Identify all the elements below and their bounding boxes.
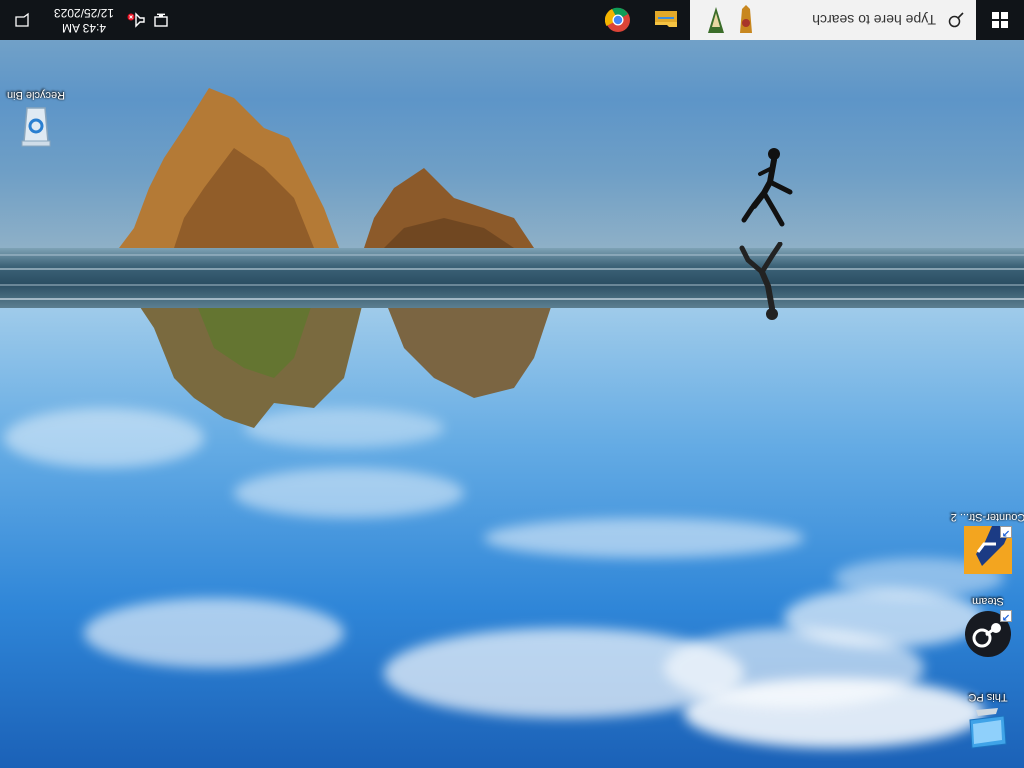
shortcut-arrow-icon: ↗: [1000, 610, 1012, 622]
desktop-icon-steam[interactable]: ↗ Steam: [950, 594, 1024, 658]
counter-strike-icon: ↗: [964, 526, 1012, 574]
taskbar-clock[interactable]: 4:43 AM 12/25/2023: [44, 5, 124, 35]
search-icon: [948, 12, 964, 28]
desktop-icon-label: This PC: [968, 691, 1008, 703]
desktop-screen: Recycle Bin ↗ Counter-Str... 2 ↗ Steam T…: [0, 0, 1024, 768]
wallpaper-sea: [0, 248, 1024, 308]
shortcut-arrow-icon: ↗: [1000, 526, 1012, 538]
search-placeholder: Type here to search: [812, 12, 936, 28]
taskbar: Type here to search 4:43 AM 12/25/2023: [0, 0, 1024, 40]
rock-formation: [119, 88, 534, 248]
desktop-icon-recycle-bin[interactable]: Recycle Bin: [0, 88, 74, 152]
recycle-bin-icon: [12, 104, 60, 152]
computer-icon: [964, 706, 1012, 754]
action-center-button[interactable]: [0, 0, 44, 40]
desktop-icon-counter-strike-2[interactable]: ↗ Counter-Str... 2: [950, 510, 1024, 574]
runner-figure: [741, 148, 793, 227]
taskbar-app-google-chrome[interactable]: [594, 0, 642, 40]
rock-reflection: [134, 298, 554, 428]
network-icon[interactable]: [148, 0, 172, 40]
clock-date: 12/25/2023: [53, 6, 115, 20]
search-highlight-icon: [708, 5, 752, 33]
wallpaper: [0, 0, 1024, 768]
clock-time: 4:43 AM: [61, 21, 107, 35]
chrome-icon: [605, 7, 630, 32]
system-tray: 4:43 AM 12/25/2023: [0, 0, 172, 40]
volume-muted-icon[interactable]: [124, 0, 148, 40]
runner-reflection: [739, 242, 783, 320]
steam-icon: ↗: [964, 610, 1012, 658]
taskbar-app-file-explorer[interactable]: [642, 0, 690, 40]
windows-logo-icon: [992, 12, 1008, 28]
desktop-icon-this-pc[interactable]: This PC: [950, 690, 1024, 754]
start-button[interactable]: [976, 0, 1024, 40]
desktop-icon-label: Recycle Bin: [6, 89, 66, 101]
search-box[interactable]: Type here to search: [690, 0, 976, 40]
notification-icon: [15, 12, 29, 27]
desktop-icon-label: Steam: [972, 595, 1004, 607]
folder-icon: [655, 11, 677, 27]
desktop-icon-label: Counter-Str... 2: [950, 511, 1024, 523]
